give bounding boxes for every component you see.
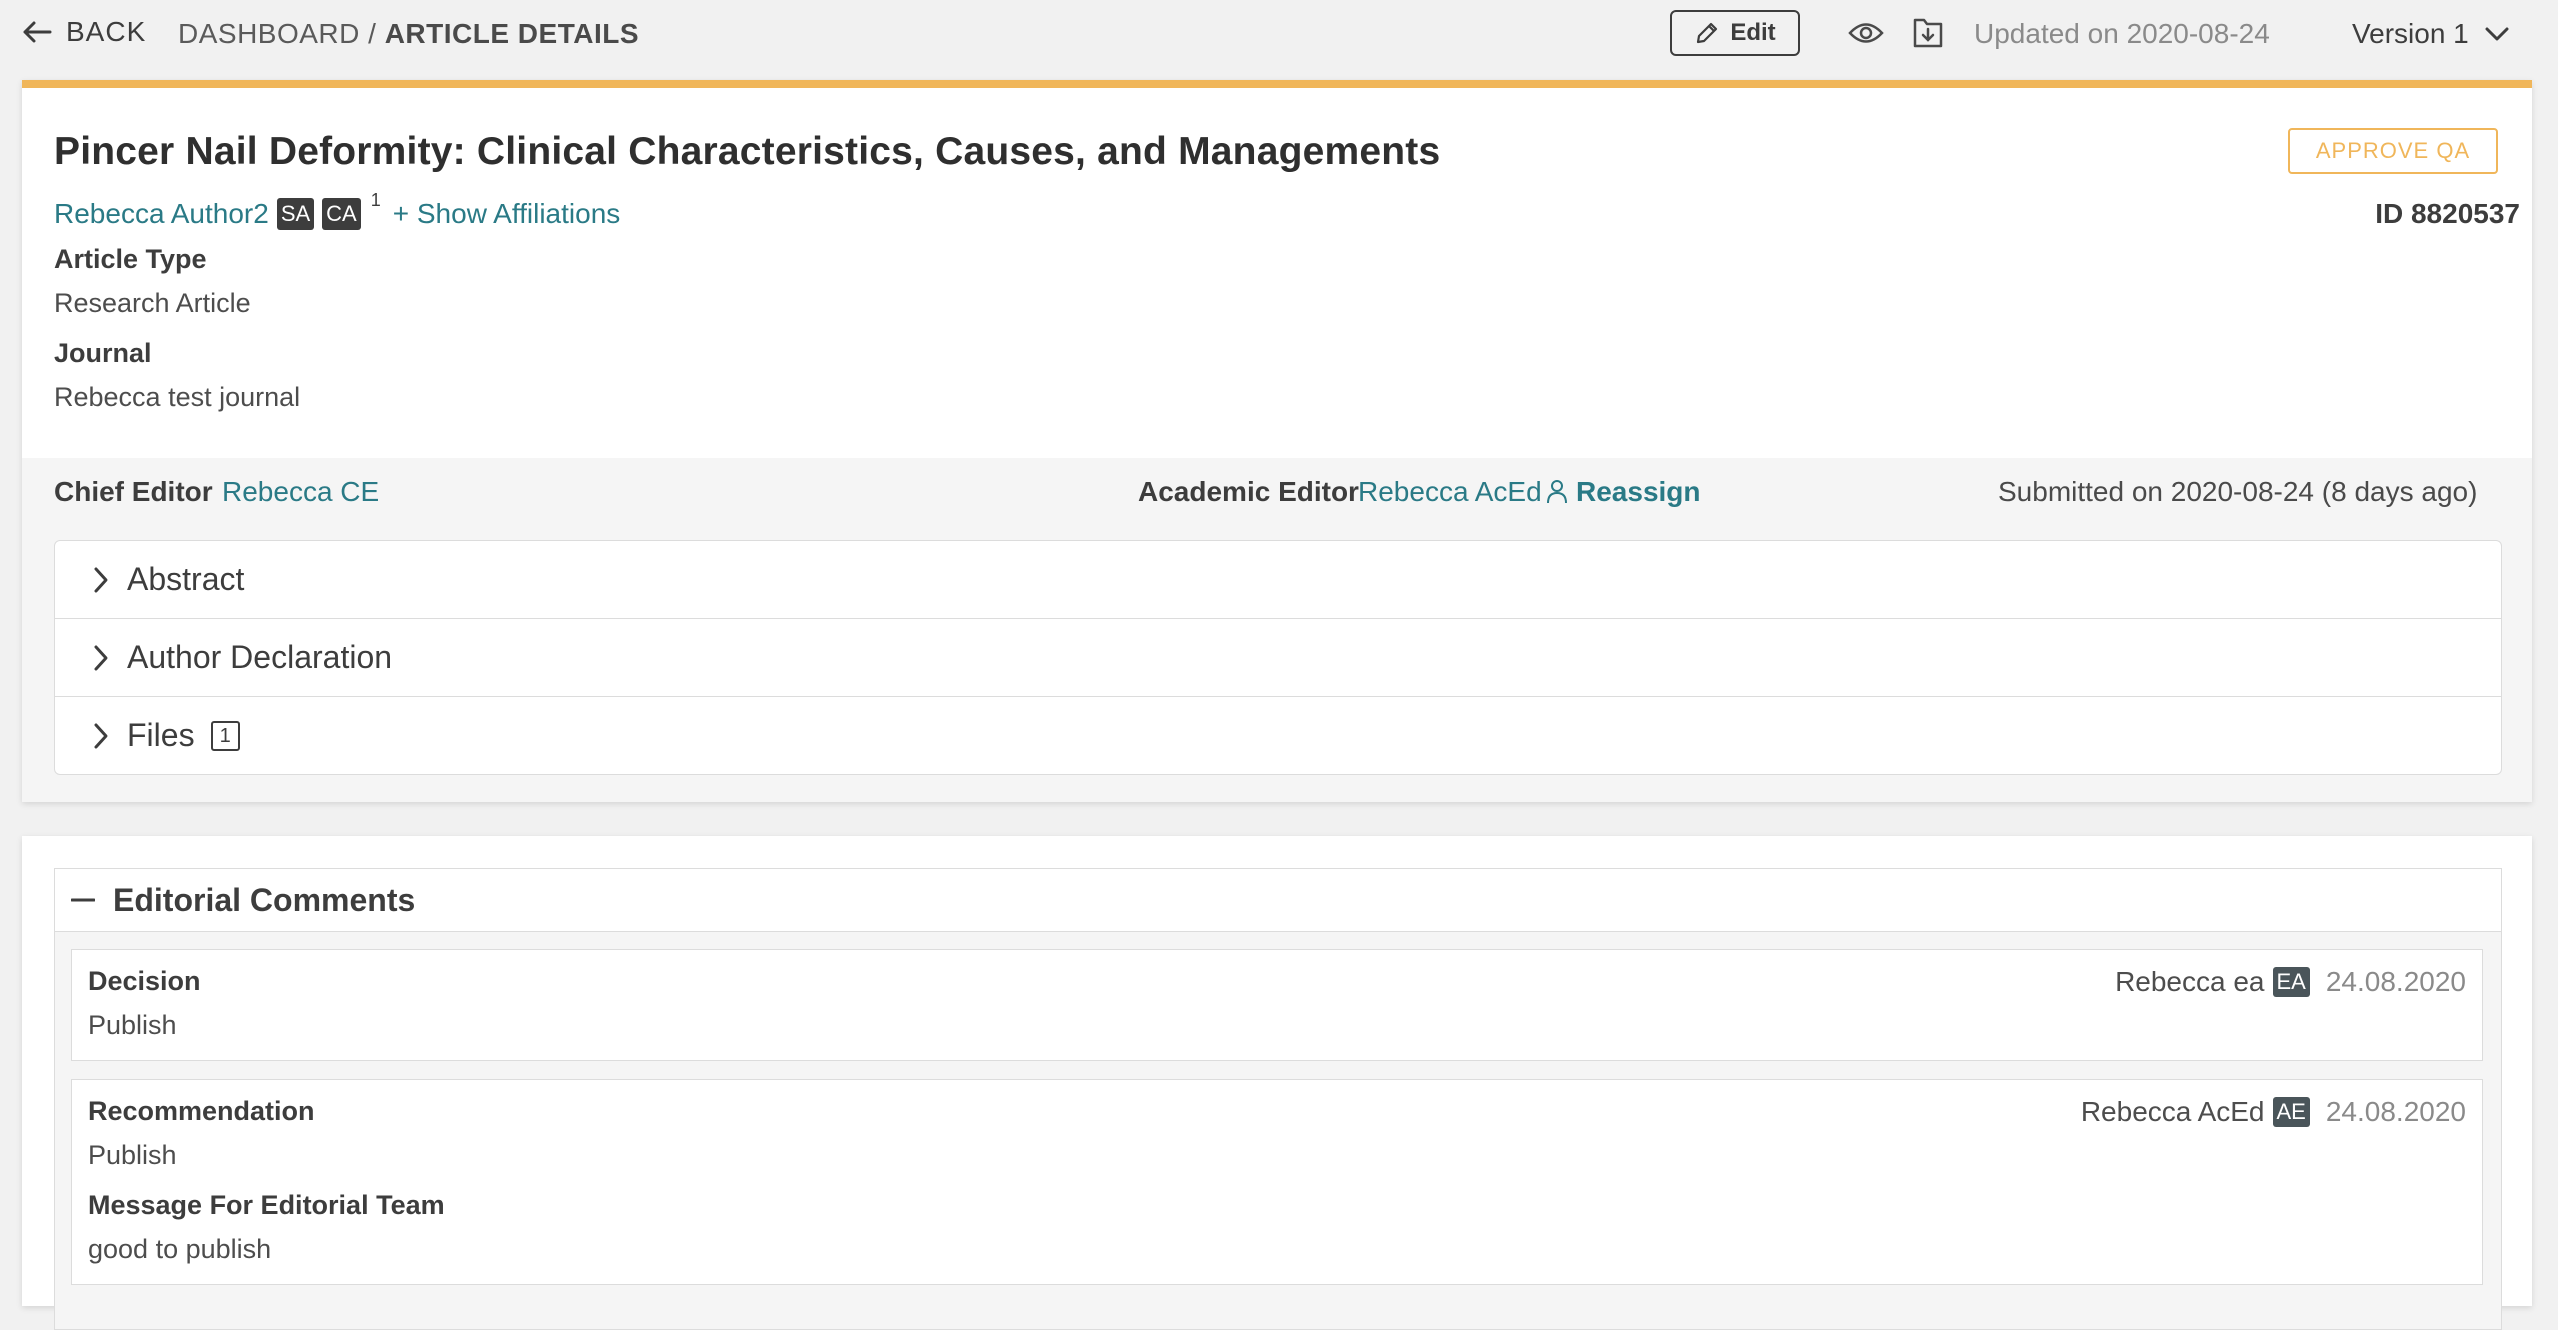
chief-editor-label: Chief Editor [54,476,213,507]
breadcrumb: DASHBOARD / ARTICLE DETAILS [178,18,639,50]
comment-item-recommendation: Recommendation Publish Message For Edito… [71,1079,2483,1285]
breadcrumb-current: ARTICLE DETAILS [384,18,640,49]
back-label: BACK [66,16,147,47]
comment-meta: Rebecca ea EA 24.08.2020 [2115,966,2466,998]
comment-value: Publish [88,1010,177,1040]
comment-extra-value: good to publish [88,1234,272,1264]
article-title: Pincer Nail Deformity: Clinical Characte… [54,130,1441,173]
comment-author: Rebecca ea [2115,966,2265,997]
chevron-right-icon [94,645,108,670]
author-declaration-section[interactable]: Author Declaration [55,619,2501,697]
arrow-left-icon [23,21,52,43]
academic-editor-label: Academic Editor [1138,476,1359,507]
version-label: Version 1 [2352,18,2469,49]
version-select[interactable]: Version 1 [2352,18,2509,50]
author-declaration-label: Author Declaration [127,639,393,675]
comment-value: Publish [88,1140,177,1170]
chief-editor-name[interactable]: Rebecca CE [222,476,379,508]
chevron-down-icon [2485,27,2509,41]
approve-qa-button[interactable]: APPROVE QA [2288,128,2498,174]
submitted-date: Submitted on 2020-08-24 (8 days ago) [1998,476,2478,507]
comment-author: Rebecca AcEd [2080,1096,2265,1127]
article-type-value: Research Article [54,288,251,318]
download-icon[interactable] [1912,16,1944,55]
user-swap-icon [1547,480,1567,504]
files-label: Files [127,717,195,753]
comment-meta: Rebecca AcEd AE 24.08.2020 [2081,1096,2466,1128]
article-card: Pincer Nail Deformity: Clinical Characte… [22,80,2532,802]
comment-item-decision: Decision Publish Rebecca ea EA 24.08.202… [71,949,2483,1061]
article-header: Pincer Nail Deformity: Clinical Characte… [22,88,2532,458]
comment-date: 24.08.2020 [2325,966,2466,997]
abstract-section[interactable]: Abstract [55,541,2501,619]
academic-editor-name[interactable]: Rebecca AcEd [1358,476,1542,508]
files-section[interactable]: Files 1 [55,697,2501,774]
journal-label: Journal [54,338,152,368]
back-button[interactable]: BACK [22,16,146,48]
editorial-comments-panel: Editorial Comments Decision Publish Rebe… [54,868,2502,1330]
pencil-icon [1697,22,1718,44]
article-type-label: Article Type [54,244,207,274]
journal-value: Rebecca test journal [54,382,301,412]
edit-button[interactable]: Edit [1670,10,1800,56]
author-badge-ca: CA [322,198,361,230]
comment-date: 24.08.2020 [2325,1096,2466,1127]
show-affiliations-link[interactable]: + Show Affiliations [393,198,621,230]
author-list: Rebecca Author2 SA CA 1 + Show Affiliati… [54,190,621,230]
reassign-button[interactable]: Reassign [1546,476,1701,508]
editorial-comments-title: Editorial Comments [113,881,416,918]
editorial-comments-header[interactable]: Editorial Comments [55,869,2501,932]
files-count-badge: 1 [210,720,240,751]
chevron-right-icon [94,723,108,748]
affiliation-number: 1 [370,189,381,210]
updated-date: Updated on 2020-08-24 [1974,18,2270,49]
role-badge: EA [2272,967,2310,997]
top-bar: BACK DASHBOARD / ARTICLE DETAILS Edit Up… [0,0,2558,70]
abstract-label: Abstract [127,561,245,597]
author-badge-sa: SA [276,198,315,230]
comment-extra-label: Message For Editorial Team [88,1190,445,1220]
author-link[interactable]: Rebecca Author2 [54,198,269,230]
eye-icon[interactable] [1848,20,1884,51]
comment-label: Decision [88,966,201,996]
editorial-comments-card: Editorial Comments Decision Publish Rebe… [22,836,2532,1330]
edit-label: Edit [1730,19,1776,46]
collapse-icon [71,898,95,902]
details-accordion: Abstract Author Declaration Files 1 [54,540,2502,775]
role-badge: AE [2272,1097,2310,1127]
breadcrumb-dashboard[interactable]: DASHBOARD / [178,18,385,49]
chevron-right-icon [94,567,108,592]
reassign-label: Reassign [1576,476,1701,507]
comment-label: Recommendation [88,1096,315,1126]
article-id: ID 8820537 [2375,198,2520,229]
